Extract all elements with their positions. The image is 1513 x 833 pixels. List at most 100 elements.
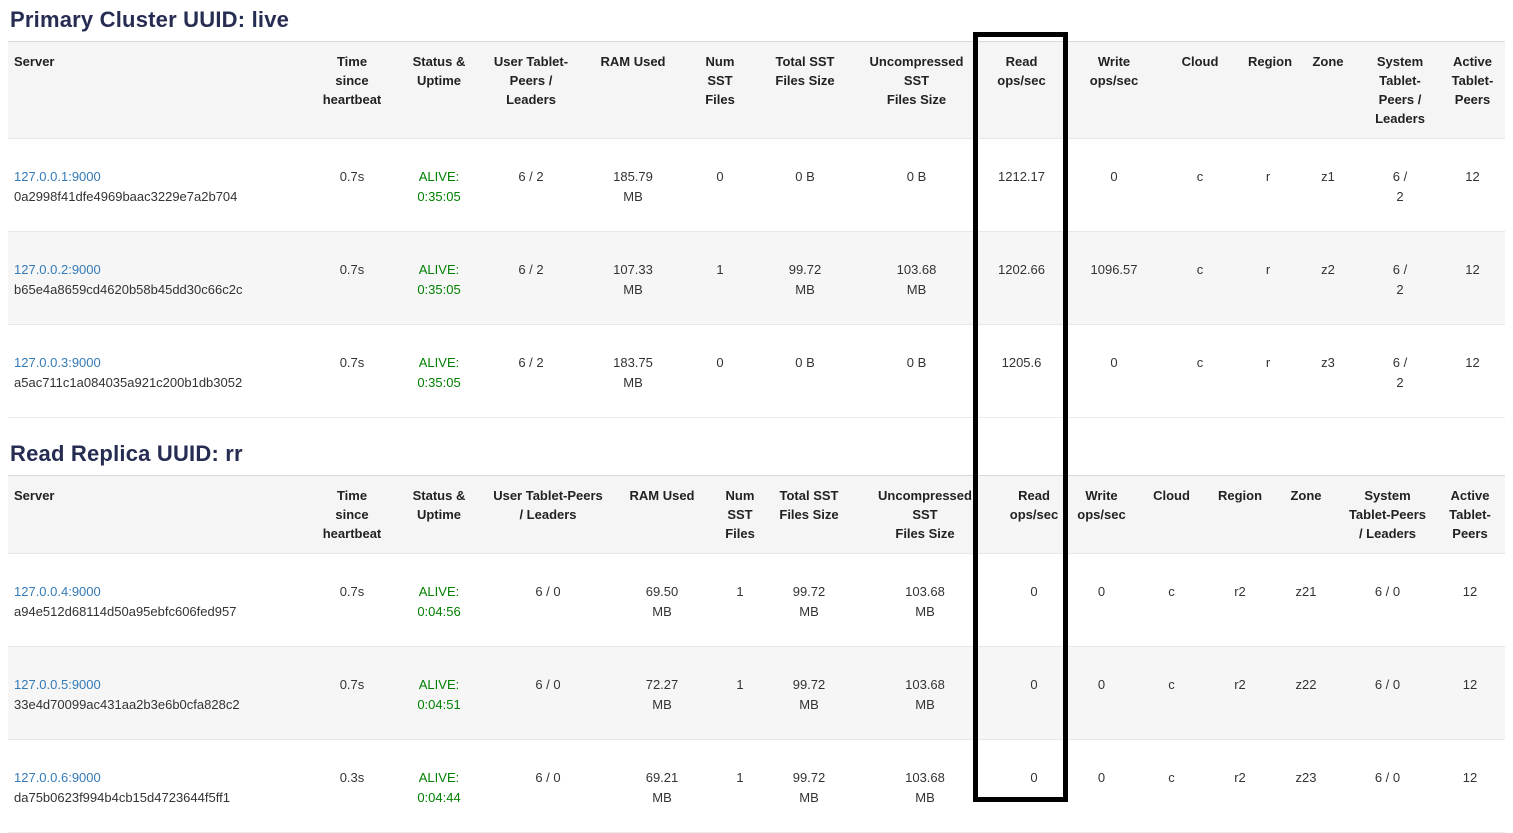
server-link[interactable]: 127.0.0.4:9000 (14, 584, 101, 599)
cloud-cell: c (1135, 647, 1208, 740)
user-tablet-peers-cell: 6 / 2 (484, 325, 578, 418)
total-sst-files-size-cell: 99.72 MB (768, 740, 850, 833)
column-header-time-since-heartbeat: Time since heartbeat (310, 42, 394, 139)
uncompressed-sst-files-size-cell: 0 B (858, 139, 975, 232)
column-header-system-tablet-peers: System Tablet- Peers / Leaders (1360, 42, 1440, 139)
region-cell: r (1240, 139, 1296, 232)
time-since-heartbeat-cell: 0.3s (310, 740, 394, 833)
primary-cluster-table: ServerTime since heartbeatStatus & Uptim… (8, 41, 1505, 418)
read-replica-table: ServerTime since heartbeatStatus & Uptim… (8, 475, 1505, 833)
time-since-heartbeat-cell: 0.7s (310, 325, 394, 418)
server-row: 127.0.0.4:9000a94e512d68114d50a95ebfc606… (8, 554, 1505, 647)
column-header-cloud: Cloud (1135, 476, 1208, 554)
column-header-status-uptime: Status & Uptime (394, 42, 484, 139)
uncompressed-sst-files-size-cell: 103.68 MB (850, 740, 1000, 833)
time-since-heartbeat-cell: 0.7s (310, 647, 394, 740)
column-header-write-ops-sec: Write ops/sec (1068, 476, 1135, 554)
column-header-active-tablet-peers: Active Tablet- Peers (1435, 476, 1505, 554)
server-uuid: b65e4a8659cd4620b58b45dd30c66c2c (14, 280, 302, 300)
read-ops-sec-cell: 0 (1000, 647, 1068, 740)
server-uuid: 0a2998f41dfe4969baac3229e7a2b704 (14, 187, 302, 207)
server-link[interactable]: 127.0.0.3:9000 (14, 355, 101, 370)
column-header-server: Server (8, 476, 310, 554)
status-uptime-cell: ALIVE: 0:35:05 (394, 232, 484, 325)
column-header-num-sst-files: Num SST Files (712, 476, 768, 554)
uncompressed-sst-files-size-cell: 103.68 MB (850, 647, 1000, 740)
user-tablet-peers-cell: 6 / 0 (484, 647, 612, 740)
server-link[interactable]: 127.0.0.2:9000 (14, 262, 101, 277)
num-sst-files-cell: 0 (688, 139, 752, 232)
read-replica-title: Read Replica UUID: rr (0, 418, 1513, 475)
write-ops-sec-cell: 1096.57 (1068, 232, 1160, 325)
uncompressed-sst-files-size-cell: 0 B (858, 325, 975, 418)
column-header-uncompressed-sst-files-size: Uncompressed SST Files Size (850, 476, 1000, 554)
ram-used-cell: 183.75 MB (578, 325, 688, 418)
active-tablet-peers-cell: 12 (1440, 139, 1505, 232)
server-row: 127.0.0.6:9000 da75b0623f994b4cb15d472364… (8, 740, 1505, 833)
ram-used-cell: 107.33 MB (578, 232, 688, 325)
server-row: 127.0.0.3:9000 a5ac711c1a084035a921c200b1… (8, 325, 1505, 418)
zone-cell: z22 (1272, 647, 1340, 740)
cloud-cell: c (1160, 325, 1240, 418)
column-header-zone: Zone (1272, 476, 1340, 554)
zone-cell: z21 (1272, 554, 1340, 647)
zone-cell: z2 (1296, 232, 1360, 325)
server-cell: 127.0.0.6:9000 da75b0623f994b4cb15d472364… (8, 740, 310, 833)
write-ops-sec-cell: 0 (1068, 325, 1160, 418)
read-ops-sec-cell: 0 (1000, 740, 1068, 833)
column-header-write-ops-sec: Write ops/sec (1068, 42, 1160, 139)
total-sst-files-size-cell: 99.72 MB (768, 554, 850, 647)
system-tablet-peers-cell: 6 / 0 (1340, 647, 1435, 740)
column-header-cloud: Cloud (1160, 42, 1240, 139)
user-tablet-peers-cell: 6 / 2 (484, 139, 578, 232)
num-sst-files-cell: 0 (688, 325, 752, 418)
cloud-cell: c (1135, 554, 1208, 647)
column-header-zone: Zone (1296, 42, 1360, 139)
status-uptime-cell: ALIVE: 0:35:05 (394, 325, 484, 418)
total-sst-files-size-cell: 0 B (752, 139, 858, 232)
column-header-active-tablet-peers: Active Tablet- Peers (1440, 42, 1505, 139)
server-uuid: da75b0623f994b4cb15d4723644f5ff1 (14, 788, 302, 808)
system-tablet-peers-cell: 6 / 0 (1340, 554, 1435, 647)
server-cell: 127.0.0.1:9000 0a2998f41dfe4969baac3229e7… (8, 139, 310, 232)
column-header-read-ops-sec: Read ops/sec (1000, 476, 1068, 554)
status-uptime-cell: ALIVE: 0:04:44 (394, 740, 484, 833)
server-cell: 127.0.0.4:9000a94e512d68114d50a95ebfc606… (8, 554, 310, 647)
active-tablet-peers-cell: 12 (1435, 647, 1505, 740)
column-header-read-ops-sec: Read ops/sec (975, 42, 1068, 139)
active-tablet-peers-cell: 12 (1440, 325, 1505, 418)
active-tablet-peers-cell: 12 (1435, 554, 1505, 647)
server-cell: 127.0.0.2:9000 b65e4a8659cd4620b58b45dd30… (8, 232, 310, 325)
column-header-status-uptime: Status & Uptime (394, 476, 484, 554)
cloud-cell: c (1135, 740, 1208, 833)
status-uptime-cell: ALIVE: 0:04:51 (394, 647, 484, 740)
server-uuid: a5ac711c1a084035a921c200b1db3052 (14, 373, 302, 393)
time-since-heartbeat-cell: 0.7s (310, 554, 394, 647)
num-sst-files-cell: 1 (712, 554, 768, 647)
num-sst-files-cell: 1 (712, 647, 768, 740)
active-tablet-peers-cell: 12 (1435, 740, 1505, 833)
write-ops-sec-cell: 0 (1068, 740, 1135, 833)
column-header-region: Region (1208, 476, 1272, 554)
column-header-uncompressed-sst-files-size: Uncompressed SST Files Size (858, 42, 975, 139)
user-tablet-peers-cell: 6 / 0 (484, 554, 612, 647)
user-tablet-peers-cell: 6 / 0 (484, 740, 612, 833)
read-ops-sec-cell: 1205.6 (975, 325, 1068, 418)
column-header-ram-used: RAM Used (578, 42, 688, 139)
server-link[interactable]: 127.0.0.1:9000 (14, 169, 101, 184)
region-cell: r2 (1208, 647, 1272, 740)
column-header-system-tablet-peers: System Tablet-Peers / Leaders (1340, 476, 1435, 554)
write-ops-sec-cell: 0 (1068, 647, 1135, 740)
tablet-servers-page: Primary Cluster UUID: live ServerTime si… (0, 0, 1513, 833)
server-link[interactable]: 127.0.0.5:9000 (14, 677, 101, 692)
server-row: 127.0.0.1:9000 0a2998f41dfe4969baac3229e7… (8, 139, 1505, 232)
num-sst-files-cell: 1 (712, 740, 768, 833)
region-cell: r2 (1208, 740, 1272, 833)
cloud-cell: c (1160, 232, 1240, 325)
column-header-time-since-heartbeat: Time since heartbeat (310, 476, 394, 554)
server-link[interactable]: 127.0.0.6:9000 (14, 770, 101, 785)
time-since-heartbeat-cell: 0.7s (310, 139, 394, 232)
cloud-cell: c (1160, 139, 1240, 232)
column-header-region: Region (1240, 42, 1296, 139)
header-row: ServerTime since heartbeatStatus & Uptim… (8, 42, 1505, 139)
